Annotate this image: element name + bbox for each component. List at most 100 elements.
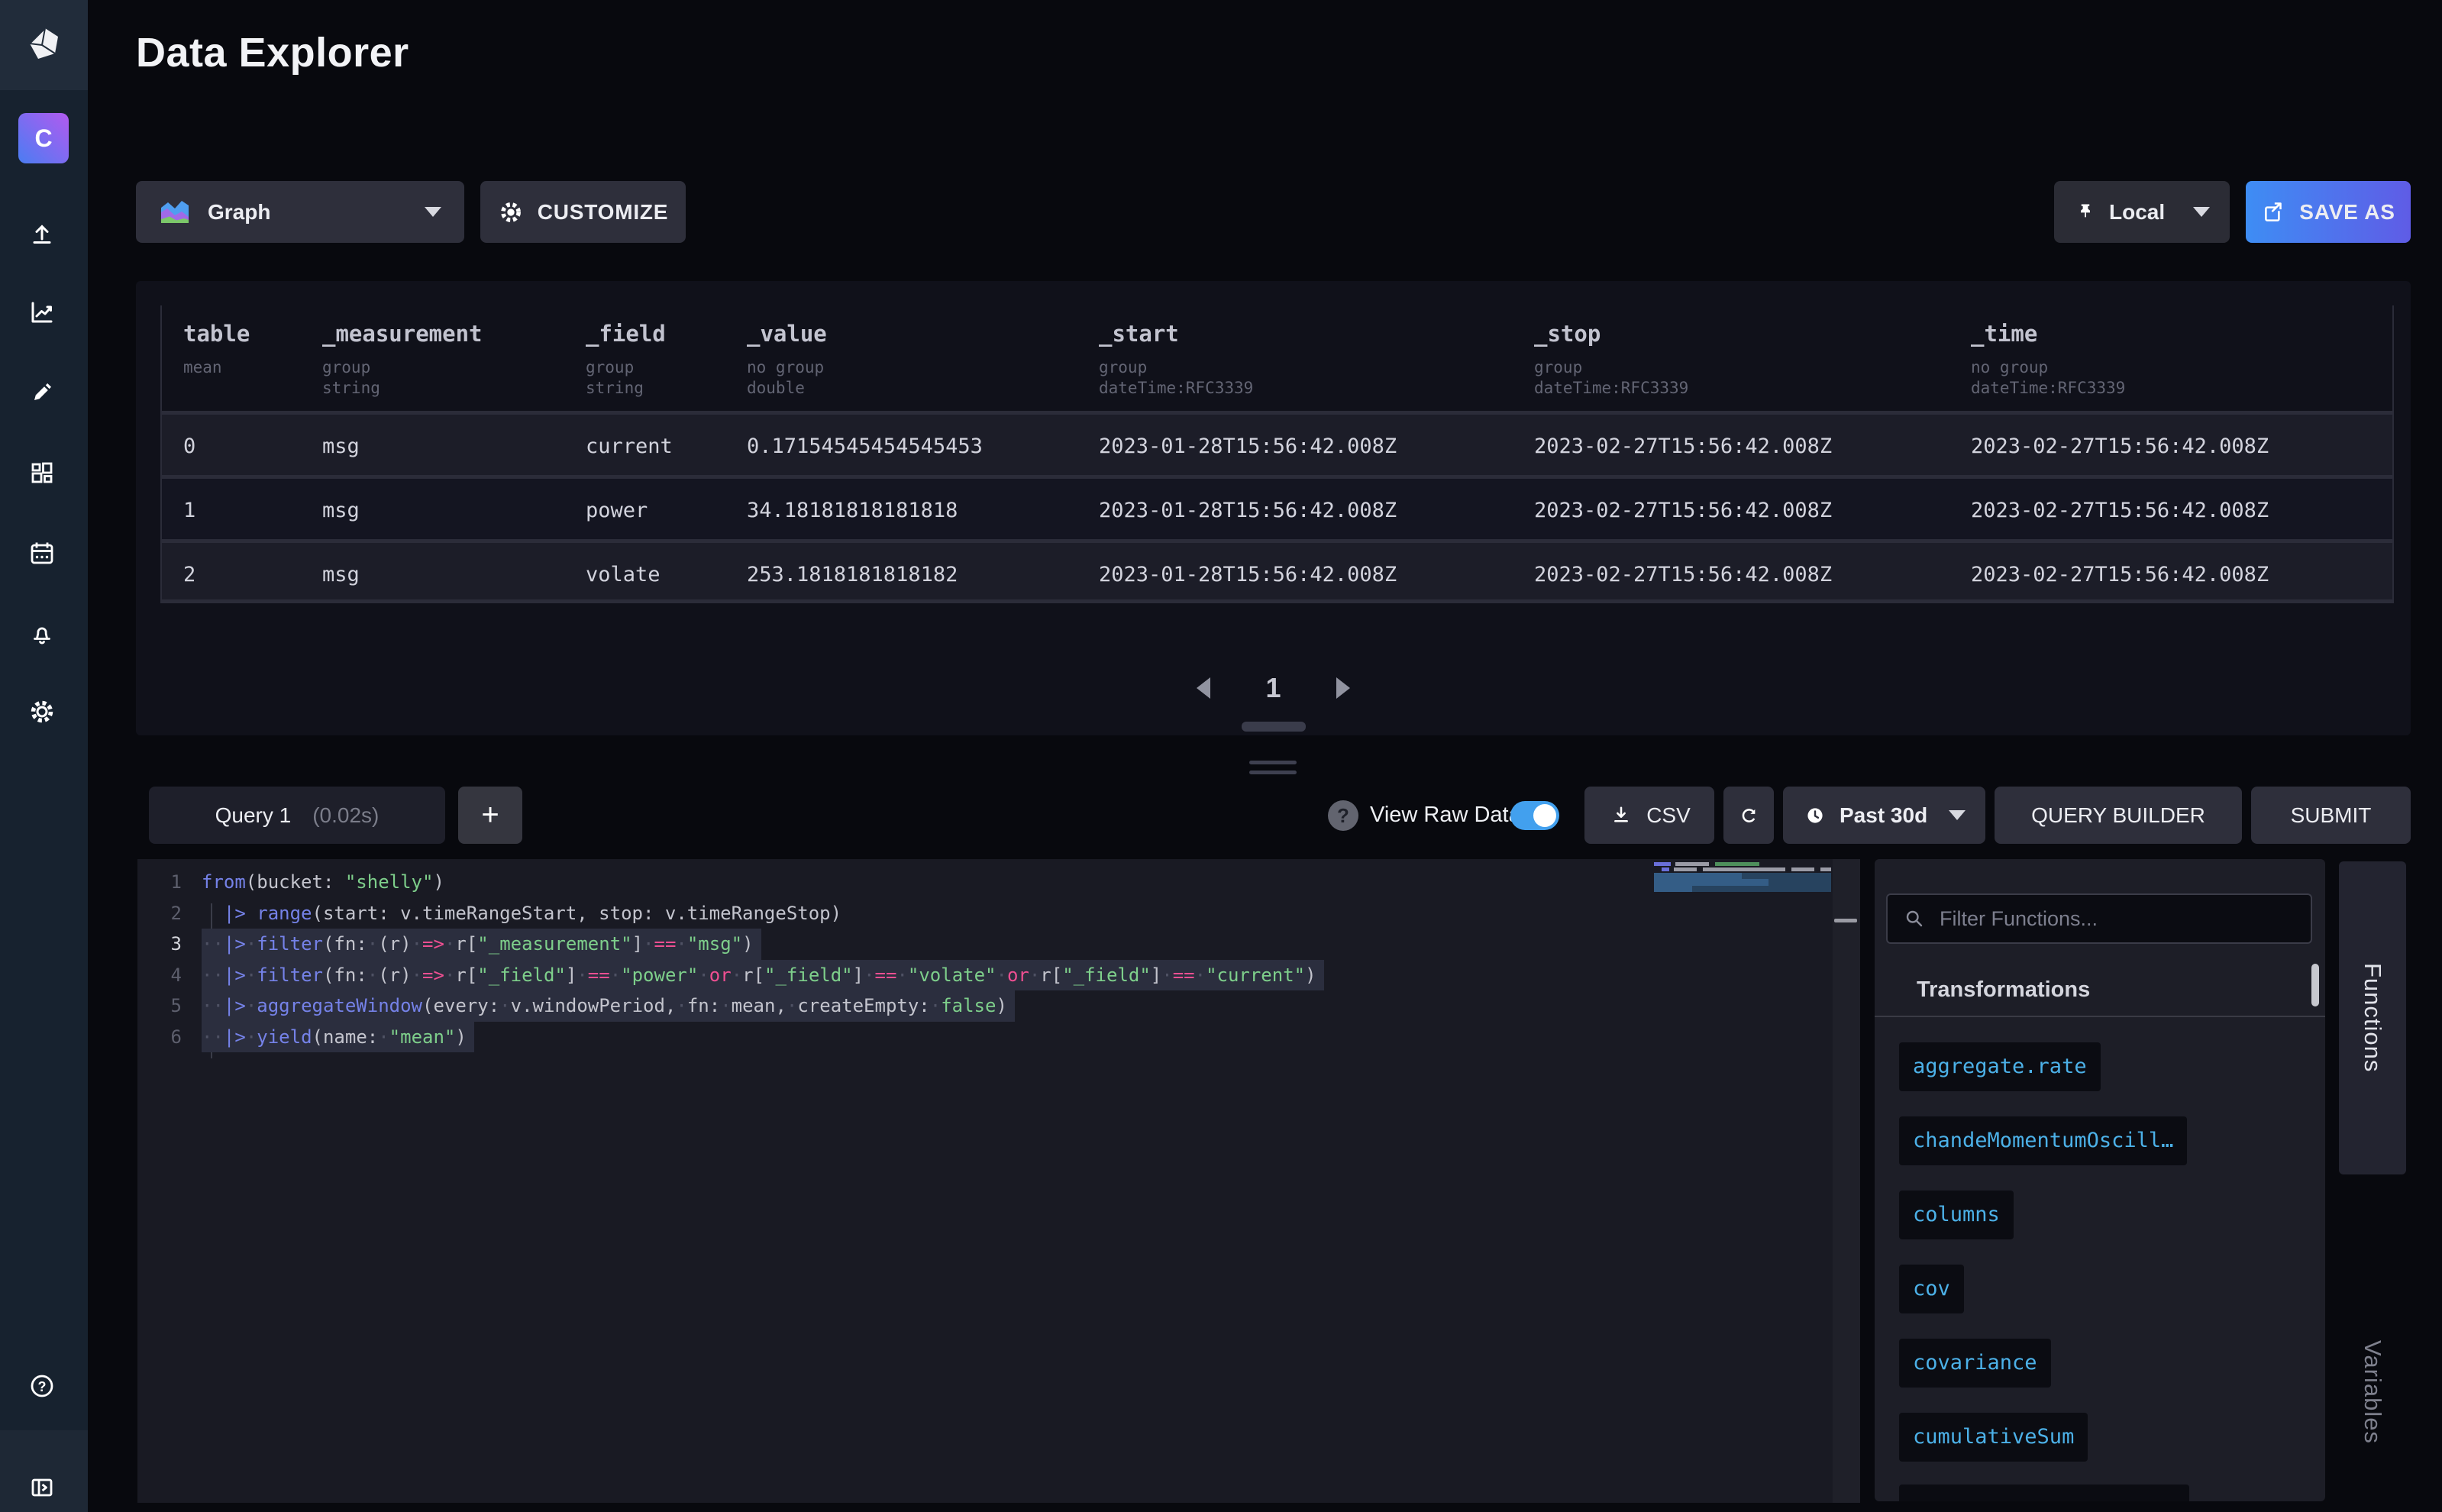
table-cell: 34.18181818181818	[747, 479, 1099, 543]
time-range-dropdown[interactable]: Past 30d	[1783, 787, 1985, 844]
raw-data-help-icon[interactable]: ?	[1328, 800, 1358, 831]
code-line: 4··|>·filter(fn:·(r)·=>·r["_field"]·==·"…	[137, 960, 1860, 991]
table-column-header: _timeno groupdateTime:RFC3339	[1971, 321, 2392, 411]
table-cell: 2023-02-27T15:56:42.008Z	[1534, 415, 1971, 479]
filter-functions-input[interactable]	[1940, 907, 2295, 931]
customize-button[interactable]: CUSTOMIZE	[480, 181, 686, 243]
editor-minimap[interactable]	[1654, 862, 1831, 1015]
table-row: 2msgvolate253.18181818181822023-01-28T15…	[162, 539, 2392, 603]
view-raw-data-toggle[interactable]	[1510, 801, 1559, 830]
query-builder-label: QUERY BUILDER	[2031, 803, 2205, 828]
refresh-button[interactable]	[1723, 787, 1774, 844]
flux-code-editor[interactable]: 1from(bucket: "shelly")2 |> range(start:…	[137, 859, 1860, 1503]
help-icon[interactable]: ?	[27, 1371, 57, 1401]
table-cell: 2023-01-28T15:56:42.008Z	[1099, 415, 1534, 479]
source-dropdown[interactable]: Local	[2054, 181, 2230, 243]
data-explorer-icon[interactable]	[27, 297, 57, 328]
table-cell: 2023-02-27T15:56:42.008Z	[1971, 543, 2392, 607]
influxdb-logo-icon[interactable]	[25, 26, 62, 63]
settings-gear-icon[interactable]	[27, 696, 57, 727]
save-as-label: SAVE AS	[2299, 200, 2395, 225]
graph-type-icon	[159, 199, 191, 226]
table-row: 1msgpower34.181818181818182023-01-28T15:…	[162, 475, 2392, 539]
customize-gear-icon	[498, 199, 524, 225]
tab-functions[interactable]: Functions	[2339, 861, 2406, 1174]
table-cell: msg	[322, 543, 586, 607]
visualization-type-label: Graph	[208, 200, 270, 225]
table-cell: msg	[322, 479, 586, 543]
tasks-calendar-icon[interactable]	[27, 538, 57, 569]
svg-text:?: ?	[38, 1379, 47, 1394]
sidebar: C	[0, 0, 88, 1512]
page-number[interactable]: 1	[1265, 672, 1281, 704]
function-chip-partial[interactable]	[1899, 1485, 2189, 1501]
table-cell: 2023-02-27T15:56:42.008Z	[1534, 543, 1971, 607]
scrollbar-thumb[interactable]	[1834, 919, 1857, 922]
function-chip[interactable]: cov	[1899, 1265, 1964, 1313]
pin-icon	[2074, 200, 2097, 225]
raw-data-card: tablemean_measurementgroupstring_fieldgr…	[136, 281, 2411, 735]
search-icon	[1903, 907, 1926, 930]
function-chip[interactable]: chandeMomentumOscill…	[1899, 1116, 2187, 1165]
section-divider	[1875, 1016, 2325, 1017]
table-cell: 2023-02-27T15:56:42.008Z	[1971, 479, 2392, 543]
alerts-bell-icon[interactable]	[27, 618, 57, 648]
table-cell: 2023-02-27T15:56:42.008Z	[1971, 415, 2392, 479]
next-page-icon[interactable]	[1336, 677, 1350, 699]
raw-data-table: tablemean_measurementgroupstring_fieldgr…	[160, 305, 2394, 603]
chevron-down-icon	[1949, 810, 1966, 820]
functions-panel: Transformations aggregate.rate chandeMome…	[1875, 859, 2325, 1501]
table-column-header: tablemean	[183, 321, 322, 411]
table-column-header: _measurementgroupstring	[322, 321, 586, 411]
notebooks-pencil-icon[interactable]	[27, 377, 57, 408]
data-explorer-screen: C	[0, 0, 2442, 1512]
tab-variables[interactable]: Variables	[2339, 1289, 2406, 1495]
code-line: 2 |> range(start: v.timeRangeStart, stop…	[137, 898, 1860, 929]
filter-functions-searchbox[interactable]	[1886, 893, 2312, 944]
source-label: Local	[2109, 200, 2165, 225]
table-cell: 1	[183, 479, 322, 543]
query-tab-label: Query 1	[215, 803, 292, 828]
table-cell: 0	[183, 415, 322, 479]
previous-page-icon[interactable]	[1197, 677, 1210, 699]
query-duration: (0.02s)	[312, 803, 379, 828]
code-line: 6··|>·yield(name:·"mean")	[137, 1022, 1860, 1053]
function-chip[interactable]: columns	[1899, 1191, 2014, 1239]
csv-label: CSV	[1646, 803, 1691, 828]
refresh-icon	[1736, 803, 1762, 829]
save-as-button[interactable]: SAVE AS	[2246, 181, 2411, 243]
csv-download-button[interactable]: CSV	[1584, 787, 1714, 844]
account-avatar[interactable]: C	[18, 113, 69, 163]
toggle-knob	[1533, 804, 1556, 827]
clock-icon	[1803, 803, 1827, 828]
function-chip[interactable]: cumulativeSum	[1899, 1413, 2088, 1462]
pagination: 1	[136, 672, 2411, 704]
chevron-down-icon	[425, 207, 441, 217]
panel-resize-handle[interactable]	[1249, 761, 1297, 780]
table-column-header: _stopgroupdateTime:RFC3339	[1534, 321, 1971, 411]
code-line: 5··|>·aggregateWindow(every:·v.windowPer…	[137, 990, 1860, 1022]
table-cell: 2023-02-27T15:56:42.008Z	[1534, 479, 1971, 543]
submit-button[interactable]: SUBMIT	[2251, 787, 2411, 844]
table-cell: volate	[586, 543, 747, 607]
functions-scrollbar-thumb[interactable]	[2311, 964, 2319, 1006]
editor-scrollbar[interactable]	[1833, 859, 1860, 1503]
editor-lines: 1from(bucket: "shelly")2 |> range(start:…	[137, 867, 1860, 1052]
upload-icon[interactable]	[27, 218, 57, 249]
table-row: 0msgcurrent0.171545454545454532023-01-28…	[162, 411, 2392, 475]
transformations-section-label: Transformations	[1917, 977, 2090, 1003]
add-query-button[interactable]: +	[458, 787, 522, 844]
table-header: tablemean_measurementgroupstring_fieldgr…	[162, 305, 2392, 411]
table-cell: 0.17154545454545453	[747, 415, 1099, 479]
expand-sidebar-icon[interactable]	[27, 1472, 57, 1503]
query-builder-button[interactable]: QUERY BUILDER	[1995, 787, 2242, 844]
table-cell: msg	[322, 415, 586, 479]
table-cell: 2023-01-28T15:56:42.008Z	[1099, 543, 1534, 607]
query-tab[interactable]: Query 1 (0.02s)	[149, 787, 445, 844]
table-body: 0msgcurrent0.171545454545454532023-01-28…	[162, 411, 2392, 603]
code-line: 1from(bucket: "shelly")	[137, 867, 1860, 898]
dashboards-icon[interactable]	[27, 457, 57, 488]
function-chip[interactable]: covariance	[1899, 1339, 2051, 1388]
visualization-type-dropdown[interactable]: Graph	[136, 181, 464, 243]
function-chip[interactable]: aggregate.rate	[1899, 1042, 2101, 1091]
